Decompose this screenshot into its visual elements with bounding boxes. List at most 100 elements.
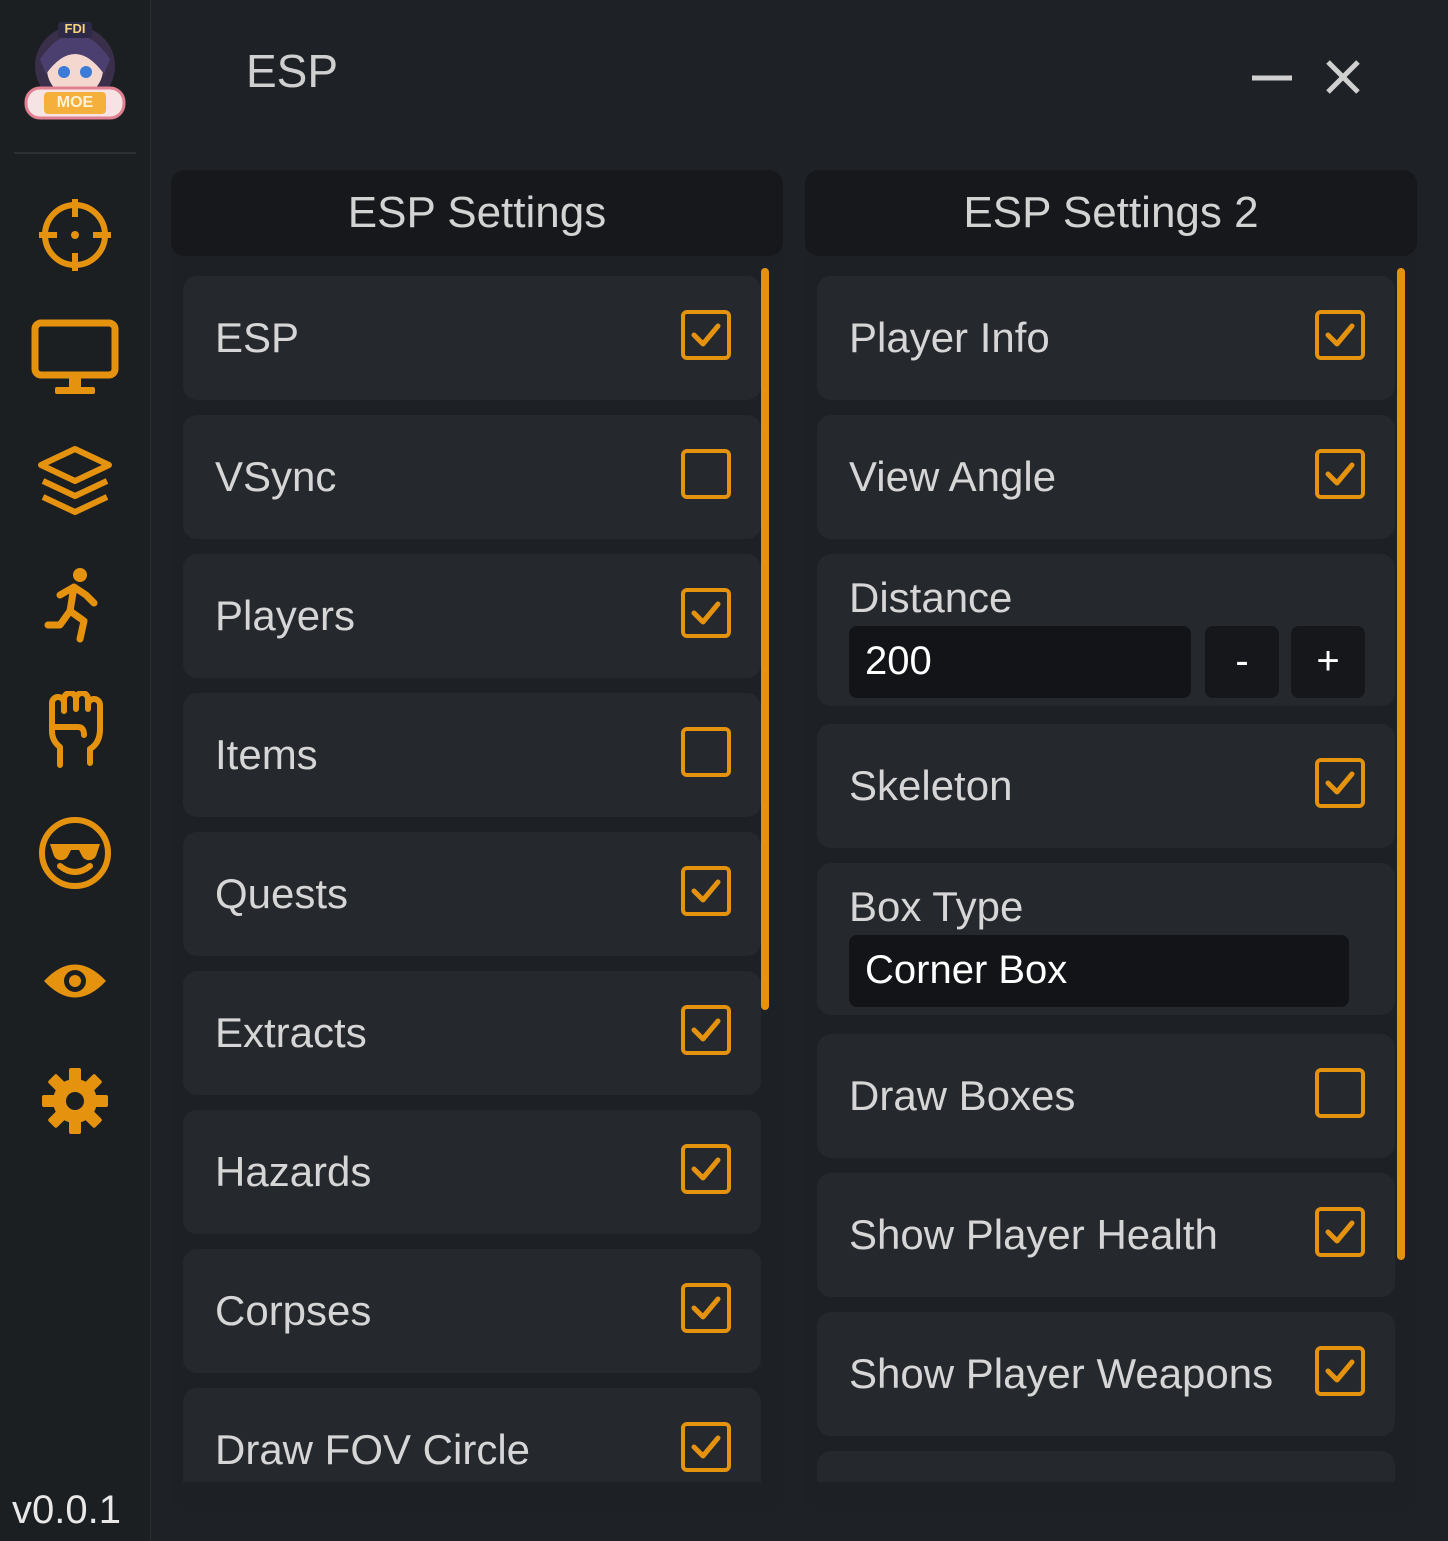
setting-row-box-type: Box Type Corner Box <box>817 863 1395 1015</box>
setting-row-player-info: Player Info <box>817 276 1395 400</box>
checkmark-icon <box>691 1157 721 1181</box>
checkmark-icon <box>1325 462 1355 486</box>
checkmark-icon <box>691 601 721 625</box>
monitor-icon <box>31 319 119 394</box>
corpses-checkbox[interactable] <box>681 1283 731 1333</box>
sunglasses-face-icon <box>39 817 111 889</box>
extracts-checkbox[interactable] <box>681 1005 731 1055</box>
skeleton-checkbox[interactable] <box>1315 758 1365 808</box>
checkmark-icon <box>1325 1220 1355 1244</box>
fov-circle-checkbox[interactable] <box>681 1422 731 1472</box>
main-area: ESP ESP Settings ESP VSync Players Items… <box>151 0 1448 1541</box>
setting-label: Hazards <box>215 1148 372 1195</box>
items-checkbox[interactable] <box>681 727 731 777</box>
setting-row-players: Players <box>183 554 761 678</box>
quests-checkbox[interactable] <box>681 866 731 916</box>
setting-label: Skeleton <box>849 762 1013 809</box>
setting-label: Distance <box>849 574 1013 621</box>
setting-row-items: Items <box>183 693 761 817</box>
checkmark-icon <box>1325 1359 1355 1383</box>
setting-label: Draw FOV Circle <box>215 1426 531 1473</box>
page-title: ESP <box>246 45 339 97</box>
players-checkbox[interactable] <box>681 588 731 638</box>
setting-label: View Angle <box>849 453 1057 500</box>
distance-input[interactable]: 200 <box>849 626 1191 698</box>
setting-label: Box Type <box>849 883 1024 930</box>
decrement-button[interactable]: - <box>1205 626 1279 698</box>
app-logo: FDI MOE <box>18 14 132 134</box>
sidebar-item-esp[interactable] <box>30 312 120 402</box>
setting-row-skeleton: Skeleton <box>817 724 1395 848</box>
checkmark-icon <box>691 1018 721 1042</box>
setting-label: Show Player Weapons <box>849 1350 1274 1397</box>
close-icon <box>1326 60 1360 94</box>
setting-label: Extracts <box>215 1009 367 1056</box>
esp-checkbox[interactable] <box>681 310 731 360</box>
show-weapons-checkbox[interactable] <box>1315 1346 1365 1396</box>
show-health-checkbox[interactable] <box>1315 1207 1365 1257</box>
minimize-button[interactable] <box>1248 52 1298 102</box>
setting-row-corpses: Corpses <box>183 1249 761 1373</box>
setting-row-hazards: Hazards <box>183 1110 761 1234</box>
setting-label: Players <box>215 592 356 639</box>
hazards-checkbox[interactable] <box>681 1144 731 1194</box>
sidebar: FDI MOE v0.0.1 <box>0 0 151 1541</box>
setting-label: Player Info <box>849 314 1050 361</box>
eye-icon <box>44 964 106 998</box>
sidebar-item-aim[interactable] <box>30 190 120 280</box>
view-angle-checkbox[interactable] <box>1315 449 1365 499</box>
checkmark-icon <box>1325 771 1355 795</box>
checkmark-icon <box>691 1435 721 1459</box>
setting-label: ESP <box>215 314 300 361</box>
setting-label: Show Player Health <box>849 1211 1218 1258</box>
setting-row-distance: Distance 200 - + <box>817 554 1395 706</box>
setting-row-view-angle: View Angle <box>817 415 1395 539</box>
panel-header: ESP Settings <box>171 170 783 256</box>
setting-row-partial <box>817 1451 1395 1482</box>
scrollbar[interactable] <box>1397 268 1405 1260</box>
layers-icon <box>38 446 112 515</box>
setting-row-vsync: VSync <box>183 415 761 539</box>
scrollbar[interactable] <box>761 268 769 1010</box>
checkmark-icon <box>691 1296 721 1320</box>
setting-row-draw-boxes: Draw Boxes <box>817 1034 1395 1158</box>
sidebar-item-movement[interactable] <box>30 560 120 650</box>
version-label: v0.0.1 <box>12 1488 121 1532</box>
setting-row-show-health: Show Player Health <box>817 1173 1395 1297</box>
setting-label: VSync <box>215 453 337 500</box>
setting-row-quests: Quests <box>183 832 761 956</box>
close-button[interactable] <box>1318 52 1368 102</box>
running-person-icon <box>44 568 98 643</box>
panel-body: ESP VSync Players Items Quests Extracts <box>171 262 783 1482</box>
setting-label: Items <box>215 731 318 778</box>
sidebar-divider <box>14 152 136 154</box>
panel-header: ESP Settings 2 <box>805 170 1417 256</box>
sidebar-item-combat[interactable] <box>30 686 120 776</box>
draw-boxes-checkbox[interactable] <box>1315 1068 1365 1118</box>
setting-row-show-weapons: Show Player Weapons <box>817 1312 1395 1436</box>
esp-settings-2-panel: ESP Settings 2 Player Info View Angle Di… <box>805 170 1417 1512</box>
sidebar-item-layers[interactable] <box>30 436 120 526</box>
esp-settings-panel: ESP Settings ESP VSync Players Items Que… <box>171 170 783 1512</box>
gear-icon <box>42 1068 108 1134</box>
checkmark-icon <box>691 879 721 903</box>
crosshair-icon <box>39 199 111 271</box>
player-info-checkbox[interactable] <box>1315 310 1365 360</box>
sidebar-item-view[interactable] <box>30 936 120 1026</box>
checkmark-icon <box>691 323 721 347</box>
increment-button[interactable]: + <box>1291 626 1365 698</box>
minimize-icon <box>1252 75 1292 81</box>
vsync-checkbox[interactable] <box>681 449 731 499</box>
checkmark-icon <box>1325 323 1355 347</box>
logo-text-top: FDI <box>64 21 86 36</box>
setting-row-esp: ESP <box>183 276 761 400</box>
sidebar-item-settings[interactable] <box>30 1056 120 1146</box>
panel-body: Player Info View Angle Distance 200 - + … <box>805 262 1417 1482</box>
fist-icon <box>49 691 103 768</box>
setting-row-fov-circle: Draw FOV Circle <box>183 1388 761 1482</box>
setting-label: Quests <box>215 870 349 917</box>
sidebar-item-visuals[interactable] <box>30 808 120 898</box>
box-type-select[interactable]: Corner Box <box>849 935 1349 1007</box>
logo-text: MOE <box>56 94 94 111</box>
setting-label: Draw Boxes <box>849 1072 1076 1119</box>
